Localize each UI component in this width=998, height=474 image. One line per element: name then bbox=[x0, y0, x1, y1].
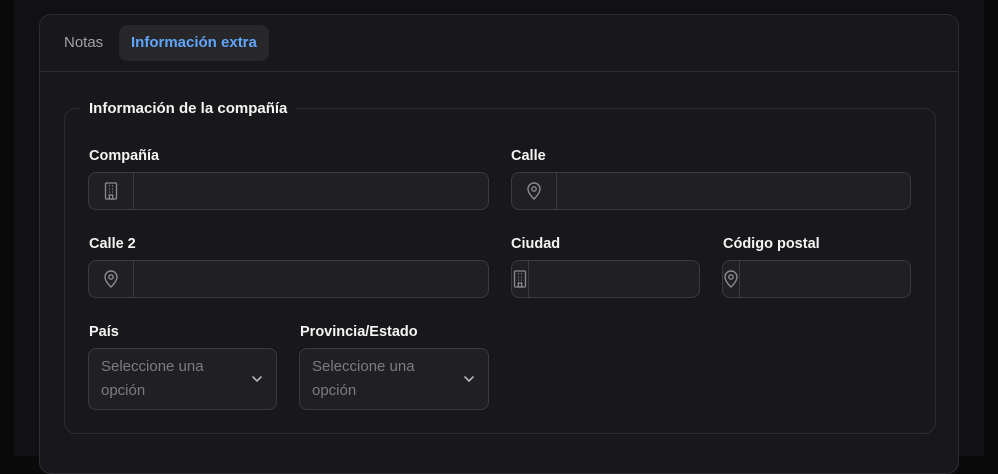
building-icon bbox=[512, 261, 529, 297]
page-background: Notas Información extra Información de l… bbox=[14, 0, 984, 474]
street-input[interactable] bbox=[557, 173, 910, 209]
building-icon bbox=[89, 173, 134, 209]
company-info-section: Información de la compañía Compañía Call… bbox=[64, 99, 945, 434]
form-card: Notas Información extra Información de l… bbox=[39, 14, 959, 474]
postal-label: Código postal bbox=[723, 236, 820, 252]
street2-input-group bbox=[88, 260, 489, 298]
country-placeholder: Seleccione una opción bbox=[101, 358, 204, 399]
country-select[interactable]: Seleccione una opción bbox=[88, 348, 277, 410]
state-select[interactable]: Seleccione una opción bbox=[299, 348, 489, 410]
section-title: Información de la compañía bbox=[81, 99, 296, 119]
state-label: Provincia/Estado bbox=[300, 324, 418, 340]
city-label: Ciudad bbox=[511, 236, 561, 252]
map-pin-icon bbox=[723, 261, 740, 297]
chevron-down-icon bbox=[250, 372, 264, 386]
tab-notas[interactable]: Notas bbox=[52, 25, 115, 61]
company-input[interactable] bbox=[134, 173, 488, 209]
postal-input[interactable] bbox=[740, 261, 945, 297]
street-label: Calle bbox=[511, 148, 546, 164]
chevron-down-icon bbox=[462, 372, 476, 386]
state-placeholder: Seleccione una opción bbox=[312, 358, 415, 399]
map-pin-icon bbox=[512, 173, 557, 209]
country-label: País bbox=[89, 324, 119, 340]
street2-input[interactable] bbox=[134, 261, 488, 297]
company-label: Compañía bbox=[89, 148, 160, 164]
tab-informacion-extra[interactable]: Información extra bbox=[119, 25, 269, 61]
city-input-group bbox=[511, 260, 734, 298]
map-pin-icon bbox=[89, 261, 134, 297]
company-input-group bbox=[88, 172, 489, 210]
postal-input-group bbox=[722, 260, 945, 298]
tab-bar: Notas Información extra bbox=[40, 15, 958, 72]
street2-label: Calle 2 bbox=[89, 236, 136, 252]
street-input-group bbox=[511, 172, 911, 210]
city-input[interactable] bbox=[529, 261, 734, 297]
